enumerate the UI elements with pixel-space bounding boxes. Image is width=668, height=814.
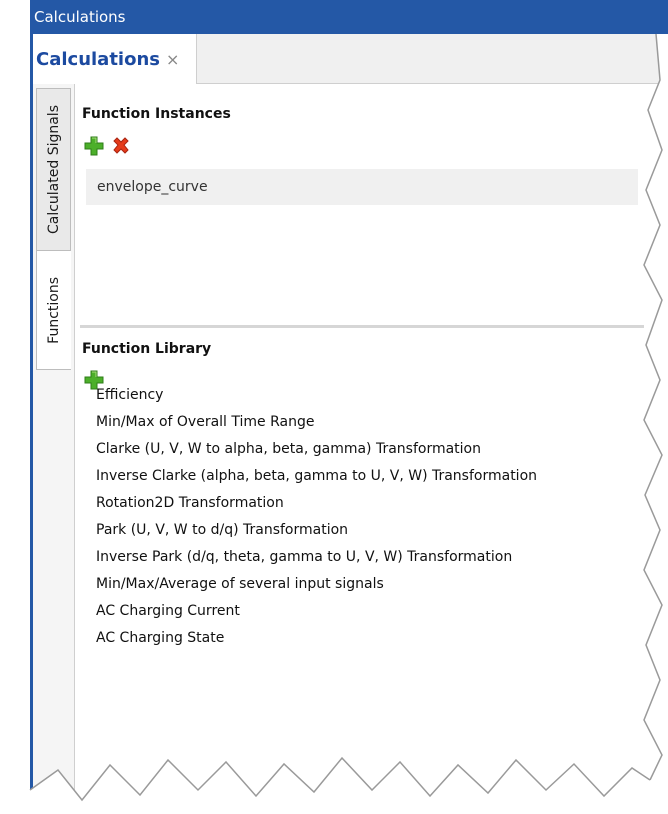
calculations-tab-label: Calculations bbox=[36, 48, 160, 70]
vertical-tab-bar: Calculated Signals Functions bbox=[33, 84, 75, 804]
calculations-window: Calculations Calculations × Calculated S… bbox=[0, 0, 668, 814]
library-item[interactable]: Efficiency bbox=[96, 382, 646, 409]
add-instance-icon[interactable] bbox=[84, 136, 104, 156]
tab-calculated-signals-label: Calculated Signals bbox=[45, 105, 62, 235]
document-tab-row: Calculations × bbox=[33, 34, 668, 84]
window-title-bar[interactable]: Calculations bbox=[30, 0, 668, 34]
function-instance-name: envelope_curve bbox=[97, 179, 208, 195]
function-library-title: Function Library bbox=[82, 341, 212, 357]
library-item[interactable]: Rotation2D Transformation bbox=[96, 490, 646, 517]
library-item[interactable]: Clarke (U, V, W to alpha, beta, gamma) T… bbox=[96, 436, 646, 463]
window-title: Calculations bbox=[34, 8, 126, 26]
function-instances-title: Function Instances bbox=[82, 106, 231, 122]
library-item[interactable]: Park (U, V, W to d/q) Transformation bbox=[96, 517, 646, 544]
tab-calculated-signals[interactable]: Calculated Signals bbox=[36, 88, 71, 252]
library-item[interactable]: Min/Max/Average of several input signals bbox=[96, 571, 646, 598]
tab-functions[interactable]: Functions bbox=[36, 250, 71, 370]
library-item[interactable]: AC Charging Current bbox=[96, 598, 646, 625]
calculations-tab[interactable]: Calculations × bbox=[33, 34, 197, 84]
library-item[interactable]: Inverse Clarke (alpha, beta, gamma to U,… bbox=[96, 463, 646, 490]
function-library-list: Efficiency Min/Max of Overall Time Range… bbox=[96, 382, 646, 652]
delete-instance-icon[interactable] bbox=[111, 136, 131, 156]
library-item[interactable]: AC Charging State bbox=[96, 625, 646, 652]
functions-panel: Function Instances envelope_curve Functi… bbox=[76, 84, 656, 804]
library-item[interactable]: Inverse Park (d/q, theta, gamma to U, V,… bbox=[96, 544, 646, 571]
function-instance-row[interactable]: envelope_curve bbox=[86, 169, 638, 205]
library-item[interactable]: Min/Max of Overall Time Range bbox=[96, 409, 646, 436]
section-splitter[interactable] bbox=[80, 325, 644, 328]
tab-functions-label: Functions bbox=[46, 276, 62, 344]
close-icon[interactable]: × bbox=[166, 50, 179, 69]
